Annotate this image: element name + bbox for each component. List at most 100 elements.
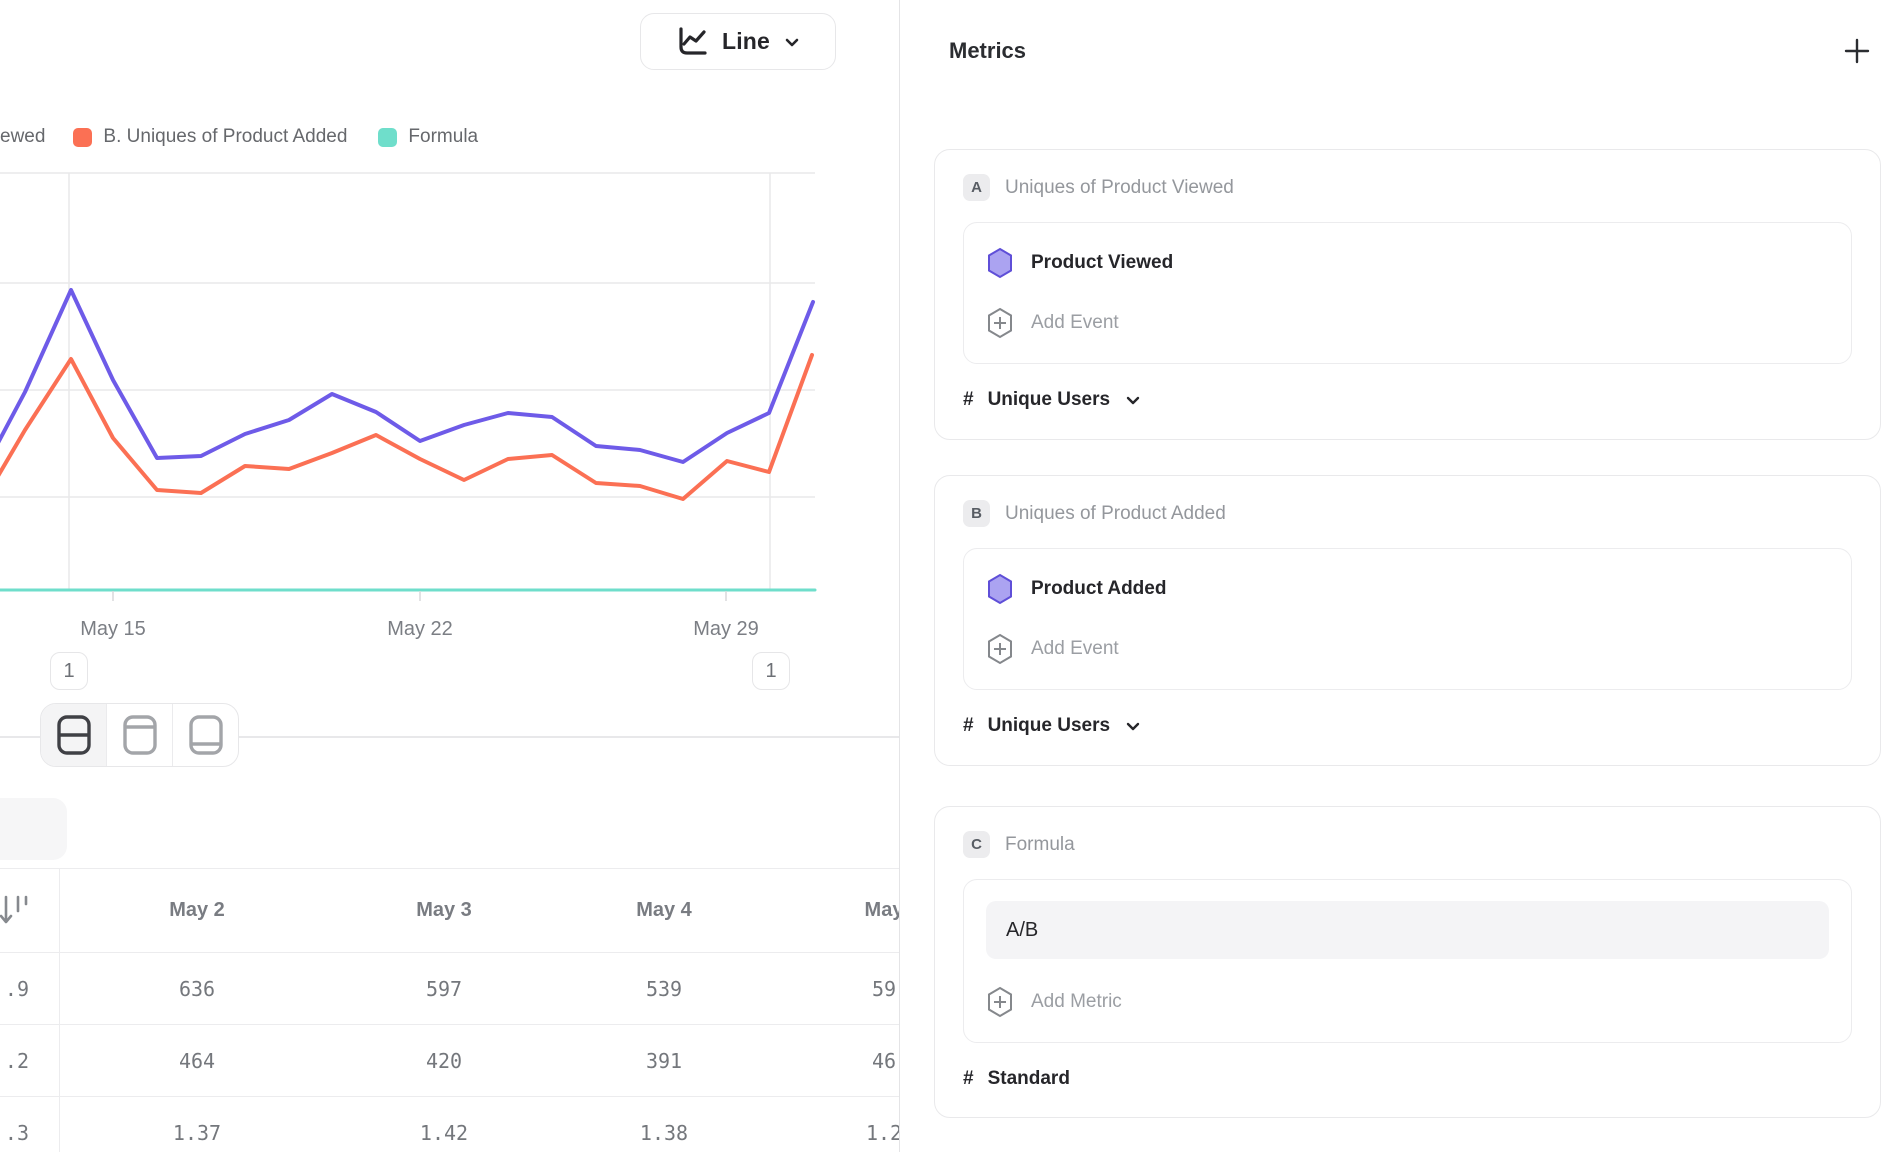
- event-name: Product Viewed: [1031, 252, 1173, 274]
- metric-title: Uniques of Product Viewed: [1005, 177, 1234, 199]
- row-label-clipped: .3: [0, 1097, 60, 1152]
- event-name: Product Added: [1031, 578, 1166, 600]
- chart-legend: ewed B. Uniques of Product Added Formula: [0, 122, 899, 152]
- event-row-product-added[interactable]: Product Added: [986, 570, 1829, 608]
- table-body: .963659753959.246442039146.31.371.421.38…: [0, 953, 899, 1152]
- chart-region: Line ewed B. Uniques of Product Added Fo…: [0, 0, 899, 1152]
- table-cell: 597: [334, 977, 554, 1001]
- metric-badge-b: B: [963, 500, 990, 527]
- metrics-panel-header: Metrics: [949, 34, 1872, 68]
- event-list-box: Product Added Add Event: [963, 548, 1852, 690]
- measure-selector[interactable]: # Unique Users: [963, 715, 1852, 737]
- hash-icon: #: [963, 389, 974, 411]
- legend-label: B. Uniques of Product Added: [103, 126, 347, 148]
- legend-item-formula[interactable]: Formula: [378, 126, 478, 148]
- chart-only-icon: [122, 713, 158, 757]
- table-filter-pill-clipped[interactable]: [0, 798, 67, 860]
- add-event-button[interactable]: Add Event: [986, 304, 1829, 342]
- x-axis-label: May 22: [387, 618, 453, 640]
- add-event-label: Add Event: [1031, 312, 1119, 334]
- metric-card-header: B Uniques of Product Added: [963, 500, 1852, 527]
- formula-input[interactable]: A/B: [986, 901, 1829, 959]
- table-cell: 1.42: [334, 1121, 554, 1145]
- row-label-clipped: .9: [0, 953, 60, 1024]
- metric-title: Formula: [1005, 834, 1075, 856]
- layout-toggle-group: [40, 703, 239, 767]
- column-header[interactable]: May 4: [554, 899, 774, 922]
- split-view-icon: [56, 713, 92, 757]
- sort-button[interactable]: [0, 869, 60, 952]
- metric-card-header: C Formula: [963, 831, 1852, 858]
- chart-type-label: Line: [722, 28, 770, 55]
- panel-title: Metrics: [949, 38, 1026, 64]
- metric-card-c[interactable]: C Formula A/B Add Metric # Standard: [934, 806, 1881, 1118]
- metrics-panel: Metrics A Uniques of Product Viewed Pro: [899, 0, 1898, 1152]
- formula-type-selector[interactable]: # Standard: [963, 1068, 1852, 1090]
- table-row[interactable]: .963659753959: [0, 953, 899, 1025]
- legend-item-b[interactable]: B. Uniques of Product Added: [73, 126, 347, 148]
- add-hexagon-plus-icon: [986, 986, 1014, 1018]
- hash-icon: #: [963, 1068, 974, 1090]
- column-header[interactable]: May: [774, 899, 899, 922]
- add-metric-button[interactable]: Add Metric: [986, 983, 1829, 1021]
- table-cell: 420: [334, 1049, 554, 1073]
- table-cell: 464: [60, 1049, 334, 1073]
- measure-label: Unique Users: [988, 715, 1110, 737]
- column-header[interactable]: May 2: [60, 899, 334, 922]
- chart-type-dropdown[interactable]: Line: [640, 13, 836, 70]
- table-cell: 59: [774, 977, 899, 1001]
- table-row[interactable]: .31.371.421.381.2: [0, 1097, 899, 1152]
- formula-type-label: Standard: [988, 1068, 1070, 1090]
- table-cell: 636: [60, 977, 334, 1001]
- measure-selector[interactable]: # Unique Users: [963, 389, 1852, 411]
- table-cell: 1.38: [554, 1121, 774, 1145]
- table-cell: 46: [774, 1049, 899, 1073]
- x-axis-label: May 29: [693, 618, 759, 640]
- table-cell: 1.2: [774, 1121, 899, 1145]
- line-chart-canvas[interactable]: May 15 May 22 May 29: [0, 150, 899, 650]
- metric-card-header: A Uniques of Product Viewed: [963, 174, 1852, 201]
- column-header[interactable]: May 3: [334, 899, 554, 922]
- event-list-box: Product Viewed Add Event: [963, 222, 1852, 364]
- metric-card-b[interactable]: B Uniques of Product Added Product Added…: [934, 475, 1881, 766]
- layout-toggle-table-only[interactable]: [172, 704, 238, 766]
- annotation-badge-1[interactable]: 1: [50, 652, 88, 690]
- chevron-down-icon: [782, 32, 802, 52]
- x-axis-label: May 15: [80, 618, 146, 640]
- table-cell: 539: [554, 977, 774, 1001]
- table-header-row: May 2 May 3 May 4 May: [0, 868, 899, 953]
- legend-item-a-truncated[interactable]: ewed: [0, 126, 45, 148]
- row-label-clipped: .2: [0, 1025, 60, 1096]
- legend-label: ewed: [0, 126, 45, 148]
- event-hexagon-icon: [986, 247, 1014, 279]
- layout-toggle-chart-only[interactable]: [106, 704, 172, 766]
- chevron-down-icon: [1124, 391, 1142, 409]
- add-event-button[interactable]: Add Event: [986, 630, 1829, 668]
- legend-swatch-orange: [73, 128, 92, 147]
- add-event-label: Add Event: [1031, 638, 1119, 660]
- event-row-product-viewed[interactable]: Product Viewed: [986, 244, 1829, 282]
- table-row[interactable]: .246442039146: [0, 1025, 899, 1097]
- event-hexagon-icon: [986, 573, 1014, 605]
- legend-label: Formula: [408, 126, 478, 148]
- table-only-icon: [188, 713, 224, 757]
- breakdown-table: May 2 May 3 May 4 May .963659753959.2464…: [0, 868, 899, 1152]
- formula-value: A/B: [1006, 919, 1038, 942]
- metric-card-a[interactable]: A Uniques of Product Viewed Product View…: [934, 149, 1881, 440]
- table-cell: 1.37: [60, 1121, 334, 1145]
- hash-icon: #: [963, 715, 974, 737]
- annotation-badge-2[interactable]: 1: [752, 652, 790, 690]
- add-hexagon-plus-icon: [986, 307, 1014, 339]
- layout-toggle-split-view[interactable]: [41, 704, 106, 766]
- add-metric-plus-button[interactable]: [1842, 36, 1872, 66]
- metric-badge-c: C: [963, 831, 990, 858]
- chevron-down-icon: [1124, 717, 1142, 735]
- metric-badge-a: A: [963, 174, 990, 201]
- legend-swatch-teal: [378, 128, 397, 147]
- line-chart-icon: [674, 24, 710, 60]
- metric-title: Uniques of Product Added: [1005, 503, 1226, 525]
- sort-descending-icon: [0, 893, 29, 929]
- measure-label: Unique Users: [988, 389, 1110, 411]
- table-cell: 391: [554, 1049, 774, 1073]
- add-hexagon-plus-icon: [986, 633, 1014, 665]
